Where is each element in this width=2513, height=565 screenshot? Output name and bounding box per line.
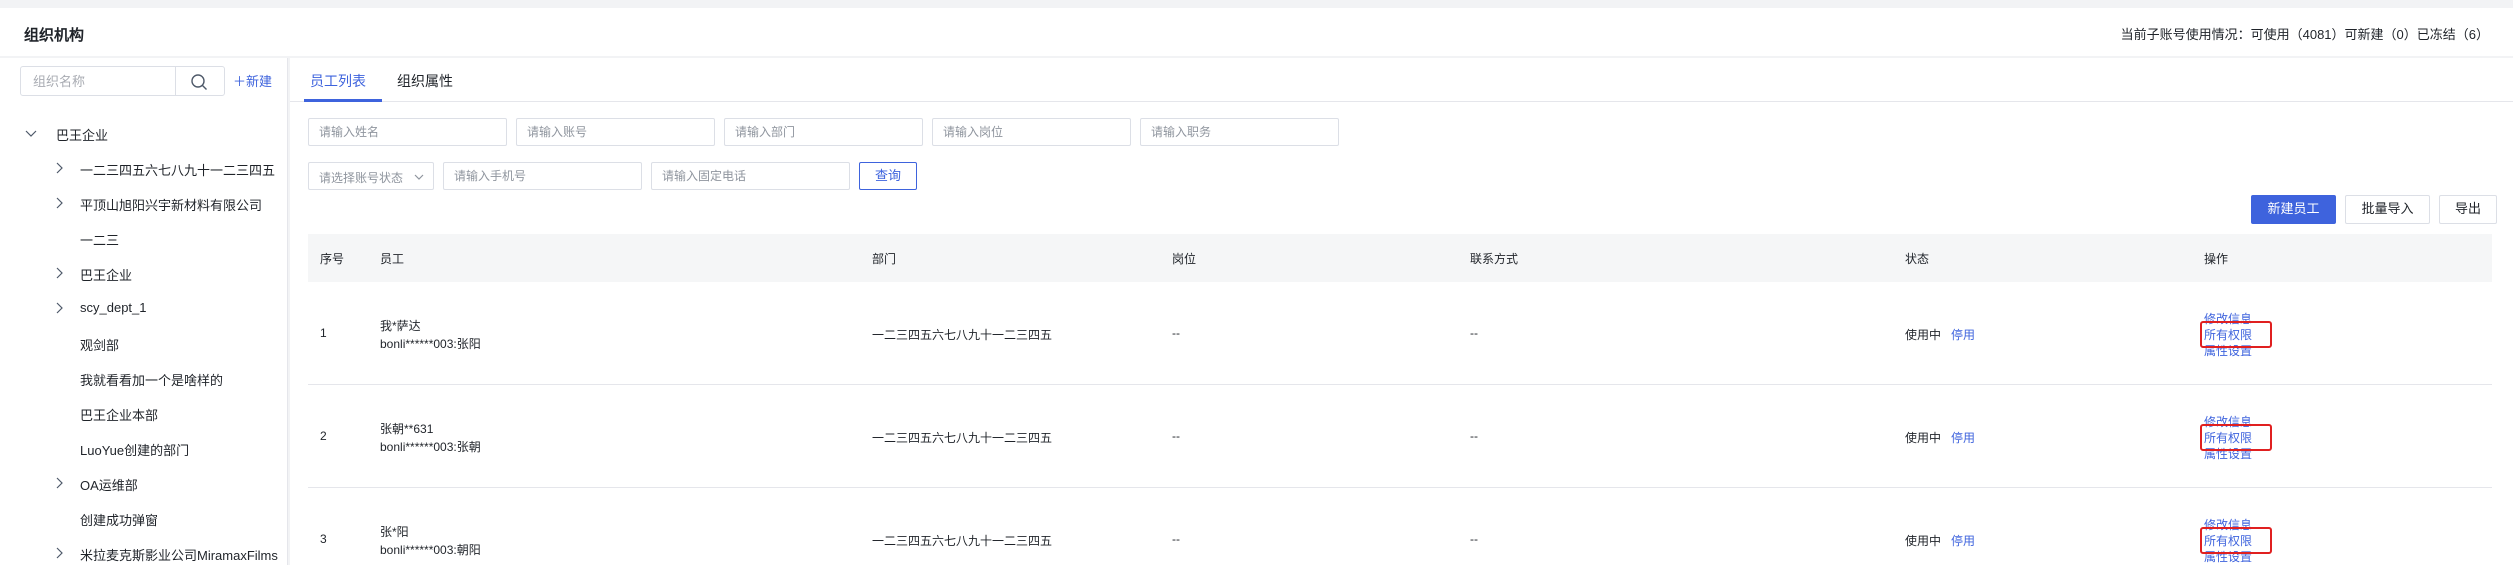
tree-node-label: 巴王企业 <box>56 128 109 143</box>
column-header: 联系方式 <box>1470 252 1519 266</box>
tree-node-label: 创建成功弹窗 <box>80 513 159 528</box>
employee-name: 张*阳 <box>380 525 409 539</box>
tab-bar: 员工列表 组织属性 <box>290 58 2513 102</box>
employee-account: bonli******003:张阳 <box>380 337 481 351</box>
main-content: 员工列表 组织属性 请选择账号状态 查询 新建员工 批量导入 导出 序号 员工 … <box>290 58 2513 565</box>
dept-filter-input[interactable] <box>725 119 922 145</box>
employee-contact: -- <box>1470 429 1478 443</box>
phone-filter <box>443 162 642 190</box>
account-status-select[interactable]: 请选择账号状态 <box>308 162 434 190</box>
chevron-down-icon <box>414 174 424 180</box>
tel-filter-input[interactable] <box>652 163 849 189</box>
column-header: 序号 <box>320 252 345 266</box>
highlight-box <box>2200 527 2272 554</box>
tree-node-label: 平顶山旭阳兴宇新材料有限公司 <box>80 198 263 213</box>
batch-import-button[interactable]: 批量导入 <box>2345 195 2430 224</box>
chevron-right-icon[interactable] <box>52 546 66 560</box>
table-row: 2 张朝**631 bonli******003:张朝 一二三四五六七八九十一二… <box>308 385 2492 488</box>
table-row: 1 我*萨达 bonli******003:张阳 一二三四五六七八九十一二三四五… <box>308 282 2492 385</box>
employee-contact: -- <box>1470 532 1478 546</box>
new-employee-button[interactable]: 新建员工 <box>2251 195 2336 224</box>
org-search-input[interactable] <box>21 67 176 95</box>
column-header: 岗位 <box>1172 252 1197 266</box>
employee-post: -- <box>1172 532 1180 546</box>
employee-status: 使用中 <box>1905 534 1942 548</box>
tree-node-label: 巴王企业 <box>80 268 133 283</box>
disable-link[interactable]: 停用 <box>1951 532 1975 549</box>
account-status-select-value: 请选择账号状态 <box>319 171 404 185</box>
duty-filter <box>1140 118 1339 146</box>
employee-contact: -- <box>1470 326 1478 340</box>
org-tree-panel: ＋新建 巴王企业 一二三四五六七八九十一二三四五 平顶山旭阳兴宇新材料有限公司 … <box>0 58 288 565</box>
new-org-label: 新建 <box>246 74 273 89</box>
tree-node-label: 观剑部 <box>80 338 120 353</box>
column-header: 部门 <box>872 252 897 266</box>
org-search-box <box>20 66 225 96</box>
employee-account: bonli******003:朝阳 <box>380 543 481 557</box>
row-index: 1 <box>320 326 327 340</box>
dept-filter <box>724 118 923 146</box>
header-bar: 组织机构 当前子账号使用情况：可使用（4081）可新建（0）已冻结（6） <box>0 8 2513 56</box>
export-button[interactable]: 导出 <box>2439 195 2497 224</box>
new-org-button[interactable]: ＋新建 <box>233 71 272 90</box>
search-icon[interactable] <box>189 72 209 92</box>
search-divider <box>175 67 176 95</box>
chevron-right-icon[interactable] <box>52 196 66 210</box>
post-filter <box>932 118 1131 146</box>
row-operations: 修改信息 所有权限 属性设置 <box>2200 310 2294 358</box>
chevron-right-icon[interactable] <box>52 476 66 490</box>
active-tab-indicator <box>304 99 382 102</box>
tel-filter <box>651 162 850 190</box>
chevron-right-icon[interactable] <box>52 301 66 315</box>
chevron-right-icon[interactable] <box>52 161 66 175</box>
tree-node-label: 一二三 <box>80 233 120 248</box>
account-filter <box>516 118 715 146</box>
column-header: 状态 <box>1905 252 1930 266</box>
employee-dept: 一二三四五六七八九十一二三四五 <box>872 431 1053 445</box>
column-header: 员工 <box>380 252 405 266</box>
phone-filter-input[interactable] <box>444 163 641 189</box>
table-row: 3 张*阳 bonli******003:朝阳 一二三四五六七八九十一二三四五 … <box>308 488 2492 565</box>
row-index: 2 <box>320 429 327 443</box>
chevron-right-icon[interactable] <box>52 266 66 280</box>
account-filter-input[interactable] <box>517 119 714 145</box>
employee-post: -- <box>1172 326 1180 340</box>
plus-icon: ＋ <box>233 74 247 89</box>
name-filter-input[interactable] <box>309 119 506 145</box>
page-title: 组织机构 <box>24 27 85 44</box>
query-button[interactable]: 查询 <box>859 162 917 190</box>
employee-dept: 一二三四五六七八九十一二三四五 <box>872 328 1053 342</box>
tree-node-label: 巴王企业本部 <box>80 408 159 423</box>
employee-status: 使用中 <box>1905 431 1942 445</box>
row-operations: 修改信息 所有权限 属性设置 <box>2200 516 2294 564</box>
tab-employee-list[interactable]: 员工列表 <box>310 71 366 91</box>
employee-name: 张朝**631 <box>380 422 434 436</box>
highlight-box <box>2200 424 2272 451</box>
chevron-down-icon[interactable] <box>24 126 38 140</box>
highlight-box <box>2200 321 2272 348</box>
tree-node-label: 一二三四五六七八九十一二三四五 <box>80 163 276 178</box>
row-operations: 修改信息 所有权限 属性设置 <box>2200 413 2294 461</box>
tree-node-label: scy_dept_1 <box>80 300 147 315</box>
employee-dept: 一二三四五六七八九十一二三四五 <box>872 534 1053 548</box>
tree-node-label: LuoYue创建的部门 <box>80 443 190 458</box>
employee-name: 我*萨达 <box>380 319 421 333</box>
tree-node-label: 我就看看加一个是啥样的 <box>80 373 224 388</box>
tab-org-attributes[interactable]: 组织属性 <box>397 71 453 91</box>
employee-status: 使用中 <box>1905 328 1942 342</box>
account-usage-status: 当前子账号使用情况：可使用（4081）可新建（0）已冻结（6） <box>2120 27 2489 42</box>
name-filter <box>308 118 507 146</box>
post-filter-input[interactable] <box>933 119 1130 145</box>
tree-node-label: OA运维部 <box>80 478 138 493</box>
employee-post: -- <box>1172 429 1180 443</box>
column-header: 操作 <box>2204 252 2229 266</box>
disable-link[interactable]: 停用 <box>1951 326 1975 343</box>
row-index: 3 <box>320 532 327 546</box>
tree-node-label: 米拉麦克斯影业公司MiramaxFilms <box>80 548 278 563</box>
disable-link[interactable]: 停用 <box>1951 429 1975 446</box>
employee-account: bonli******003:张朝 <box>380 440 481 454</box>
table-header: 序号 员工 部门 岗位 联系方式 状态 操作 <box>308 234 2492 282</box>
duty-filter-input[interactable] <box>1141 119 1338 145</box>
